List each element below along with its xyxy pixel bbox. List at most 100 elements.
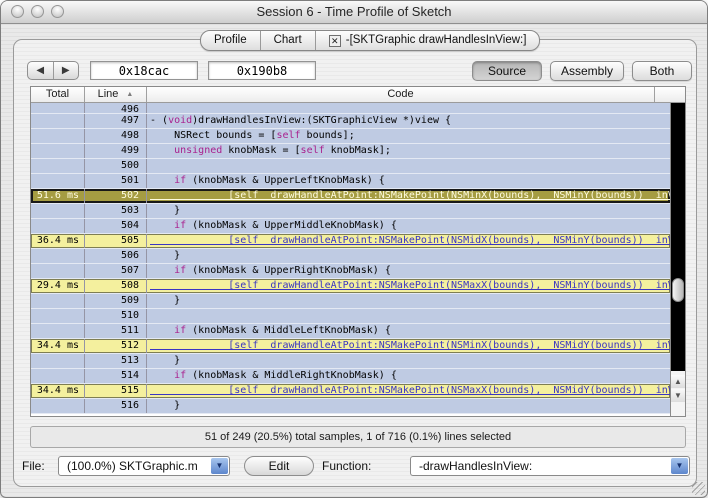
function-popup[interactable]: -drawHandlesInView: ▼ [410, 456, 690, 476]
code-cell: } [147, 399, 670, 413]
file-popup-arrow-icon: ▼ [211, 458, 228, 474]
back-button[interactable]: ◀ [28, 62, 54, 79]
code-cell [147, 103, 670, 113]
code-cell: [self drawHandleAtPoint:NSMakePoint(NSMi… [147, 189, 670, 203]
table-row[interactable]: 36.4 ms505 [self drawHandleAtPoint:NSMak… [31, 234, 670, 249]
table-row[interactable]: 496 [31, 103, 670, 114]
close-window-icon[interactable] [11, 5, 24, 18]
function-popup-arrow-icon: ▼ [671, 458, 688, 474]
scroll-up-button[interactable]: ▲ [671, 375, 685, 388]
table-row[interactable]: 29.4 ms508 [self drawHandleAtPoint:NSMak… [31, 279, 670, 294]
code-cell: [self drawHandleAtPoint:NSMakePoint(NSMa… [147, 279, 670, 293]
line-cell: 498 [85, 129, 147, 143]
tab-bar: Profile Chart ✕ -[SKTGraphic drawHandles… [200, 30, 540, 51]
code-cell: if (knobMask & UpperLeftKnobMask) { [147, 174, 670, 188]
address-field-end[interactable] [208, 61, 316, 80]
status-text: 51 of 249 (20.5%) total samples, 1 of 71… [205, 431, 511, 443]
line-cell: 501 [85, 174, 147, 188]
table-row[interactable]: 507 if (knobMask & UpperRightKnobMask) { [31, 264, 670, 279]
line-cell: 505 [85, 234, 147, 248]
code-table: Total Line▲ Code 496497- (void)drawHandl… [30, 86, 686, 417]
address-field-start[interactable] [90, 61, 198, 80]
line-cell: 512 [85, 339, 147, 353]
table-row[interactable]: 506 } [31, 249, 670, 264]
table-row[interactable]: 511 if (knobMask & MiddleLeftKnobMask) { [31, 324, 670, 339]
code-cell: } [147, 249, 670, 263]
code-cell: [self drawHandleAtPoint:NSMakePoint(NSMi… [147, 234, 670, 248]
zoom-window-icon[interactable] [51, 5, 64, 18]
table-row[interactable]: 500 [31, 159, 670, 174]
tab-chart-label: Chart [274, 31, 302, 50]
table-row[interactable]: 34.4 ms515 [self drawHandleAtPoint:NSMak… [31, 384, 670, 399]
file-popup[interactable]: (100.0%) SKTGraphic.m ▼ [58, 456, 230, 476]
table-row[interactable]: 509 } [31, 294, 670, 309]
scrollbar-thumb[interactable] [672, 278, 684, 302]
resize-grip[interactable] [692, 482, 705, 495]
forward-button[interactable]: ▶ [54, 62, 79, 79]
line-cell: 496 [85, 103, 147, 113]
table-row[interactable]: 498 NSRect bounds = [self bounds]; [31, 129, 670, 144]
code-table-header: Total Line▲ Code [31, 87, 685, 103]
column-header-line[interactable]: Line▲ [85, 87, 147, 102]
table-row[interactable]: 510 [31, 309, 670, 324]
line-cell: 504 [85, 219, 147, 233]
close-tab-icon[interactable]: ✕ [329, 35, 341, 47]
total-cell [31, 369, 85, 383]
scrollbar-track[interactable] [671, 103, 685, 371]
source-view-button[interactable]: Source [472, 61, 542, 81]
source-view-label: Source [488, 64, 526, 78]
table-row[interactable]: 516 } [31, 399, 670, 414]
minimize-window-icon[interactable] [31, 5, 44, 18]
tab-code-browser-label: -[SKTGraphic drawHandlesInView:] [346, 31, 527, 50]
total-cell [31, 144, 85, 158]
table-row[interactable]: 34.4 ms512 [self drawHandleAtPoint:NSMak… [31, 339, 670, 354]
table-row[interactable]: 501 if (knobMask & UpperLeftKnobMask) { [31, 174, 670, 189]
tab-chart[interactable]: Chart [261, 31, 316, 50]
tab-profile[interactable]: Profile [201, 31, 261, 50]
assembly-view-button[interactable]: Assembly [550, 61, 624, 81]
code-cell: - (void)drawHandlesInView:(SKTGraphicVie… [147, 114, 670, 128]
window-controls [11, 5, 64, 18]
assembly-view-label: Assembly [561, 64, 613, 78]
total-cell [31, 399, 85, 413]
code-cell [147, 309, 670, 323]
line-cell: 508 [85, 279, 147, 293]
scroll-down-icon: ▼ [674, 391, 682, 400]
tab-code-browser[interactable]: ✕ -[SKTGraphic drawHandlesInView:] [316, 31, 540, 50]
column-header-code[interactable]: Code [147, 87, 655, 102]
code-cell: if (knobMask & UpperMiddleKnobMask) { [147, 219, 670, 233]
edit-button[interactable]: Edit [244, 456, 314, 476]
code-table-body: 496497- (void)drawHandlesInView:(SKTGrap… [31, 103, 670, 416]
scroll-down-button[interactable]: ▼ [671, 389, 685, 402]
history-nav: ◀ ▶ [27, 61, 79, 80]
total-cell [31, 174, 85, 188]
code-cell: [self drawHandleAtPoint:NSMakePoint(NSMa… [147, 384, 670, 398]
table-row[interactable]: 513 } [31, 354, 670, 369]
table-row[interactable]: 504 if (knobMask & UpperMiddleKnobMask) … [31, 219, 670, 234]
table-row[interactable]: 514 if (knobMask & MiddleRightKnobMask) … [31, 369, 670, 384]
total-cell [31, 204, 85, 218]
total-cell [31, 324, 85, 338]
file-popup-value: (100.0%) SKTGraphic.m [67, 459, 198, 473]
line-cell: 509 [85, 294, 147, 308]
total-cell [31, 114, 85, 128]
code-cell: if (knobMask & MiddleLeftKnobMask) { [147, 324, 670, 338]
column-header-total[interactable]: Total [31, 87, 85, 102]
total-cell [31, 219, 85, 233]
code-cell: if (knobMask & UpperRightKnobMask) { [147, 264, 670, 278]
table-row[interactable]: 499 unsigned knobMask = [self knobMask]; [31, 144, 670, 159]
line-cell: 506 [85, 249, 147, 263]
table-row[interactable]: 503 } [31, 204, 670, 219]
line-cell: 514 [85, 369, 147, 383]
code-cell: } [147, 294, 670, 308]
code-cell: } [147, 354, 670, 368]
status-bar: 51 of 249 (20.5%) total samples, 1 of 71… [30, 426, 686, 448]
tab-profile-label: Profile [214, 31, 247, 50]
total-cell [31, 159, 85, 173]
table-row[interactable]: 497- (void)drawHandlesInView:(SKTGraphic… [31, 114, 670, 129]
table-row[interactable]: 51.6 ms502 [self drawHandleAtPoint:NSMak… [31, 189, 670, 204]
vertical-scrollbar[interactable]: ▲ ▼ [670, 103, 685, 416]
both-view-button[interactable]: Both [632, 61, 692, 81]
code-cell: NSRect bounds = [self bounds]; [147, 129, 670, 143]
back-arrow-icon: ◀ [36, 65, 44, 76]
